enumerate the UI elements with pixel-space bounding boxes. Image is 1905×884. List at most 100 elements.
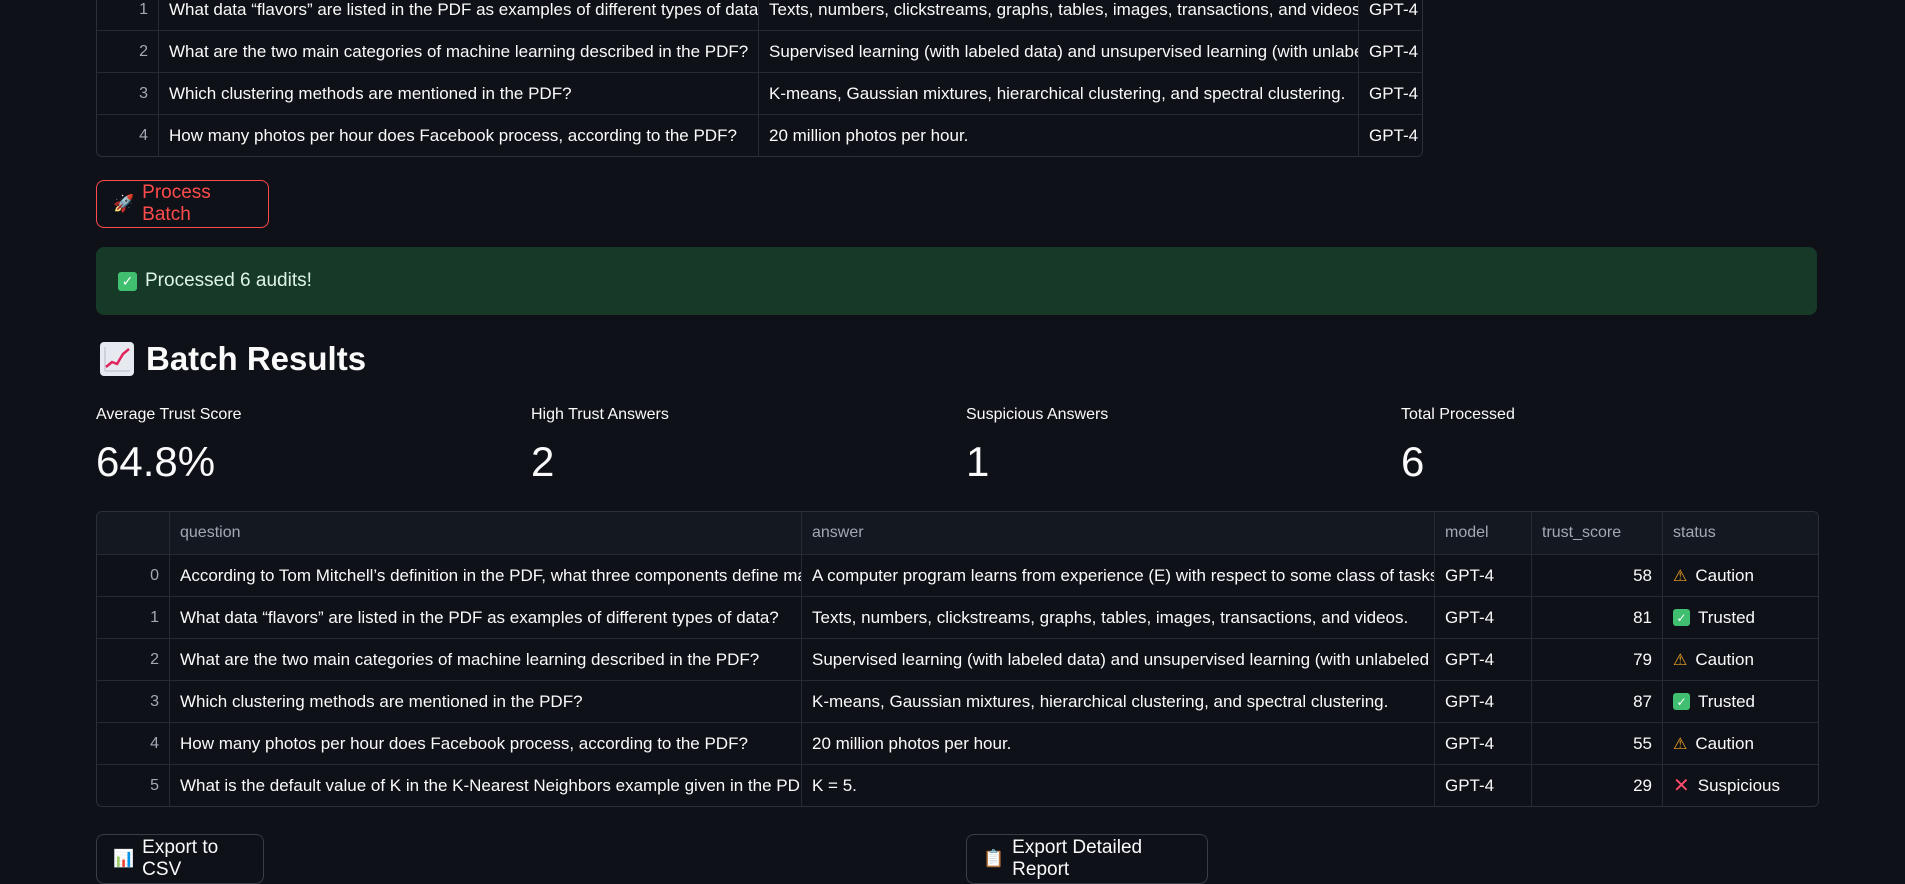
table-row[interactable]: 2 What are the two main categories of ma…: [97, 638, 1818, 680]
model-cell[interactable]: GPT-4: [1358, 73, 1422, 114]
table-row[interactable]: 4 How many photos per hour does Facebook…: [97, 722, 1818, 764]
question-cell[interactable]: Which clustering methods are mentioned i…: [169, 681, 801, 722]
table-row[interactable]: 4 How many photos per hour does Facebook…: [97, 114, 1422, 156]
cross-icon: ✕: [1673, 775, 1690, 797]
question-cell[interactable]: What data “flavors” are listed in the PD…: [158, 0, 758, 30]
question-cell[interactable]: According to Tom Mitchell’s definition i…: [169, 555, 801, 596]
check-icon: ✓: [1673, 693, 1690, 710]
metric-high-trust-answers: High Trust Answers 2: [531, 406, 669, 486]
chart-increasing-icon: [100, 342, 134, 376]
answer-cell[interactable]: Texts, numbers, clickstreams, graphs, ta…: [801, 597, 1434, 638]
answer-cell[interactable]: 20 million photos per hour.: [758, 115, 1358, 156]
batch-results-heading: Batch Results: [100, 340, 366, 378]
table-row[interactable]: 3 Which clustering methods are mentioned…: [97, 72, 1422, 114]
model-cell[interactable]: GPT-4: [1358, 115, 1422, 156]
table-row[interactable]: 1 What data “flavors” are listed in the …: [97, 0, 1422, 30]
bar-chart-icon: 📊: [113, 849, 135, 868]
status-text: Caution: [1695, 565, 1754, 585]
answer-cell[interactable]: K-means, Gaussian mixtures, hierarchical…: [758, 73, 1358, 114]
status-cell[interactable]: ✕ Suspicious: [1662, 765, 1818, 806]
trust-score-cell[interactable]: 87: [1531, 681, 1662, 722]
process-batch-button[interactable]: 🚀 Process Batch: [96, 180, 269, 228]
answer-cell[interactable]: Texts, numbers, clickstreams, graphs, ta…: [758, 0, 1358, 30]
model-cell[interactable]: GPT-4: [1358, 31, 1422, 72]
warning-icon: ⚠: [1673, 651, 1688, 669]
status-cell[interactable]: ✓ Trusted: [1662, 597, 1818, 638]
question-cell[interactable]: Which clustering methods are mentioned i…: [158, 73, 758, 114]
trust-score-cell[interactable]: 29: [1531, 765, 1662, 806]
table-header-row: question answer model trust_score status: [97, 512, 1818, 554]
table-row[interactable]: 1 What data “flavors” are listed in the …: [97, 596, 1818, 638]
answer-cell[interactable]: K-means, Gaussian mixtures, hierarchical…: [801, 681, 1434, 722]
column-header-answer[interactable]: answer: [801, 512, 1434, 554]
warning-icon: ⚠: [1673, 735, 1688, 753]
success-alert: ✓ Processed 6 audits!: [96, 247, 1817, 315]
metric-average-trust-score: Average Trust Score 64.8%: [96, 406, 242, 486]
answer-cell[interactable]: Supervised learning (with labeled data) …: [758, 31, 1358, 72]
model-cell[interactable]: GPT-4: [1434, 765, 1531, 806]
export-report-label: Export Detailed Report: [1012, 837, 1143, 880]
success-text: Processed 6 audits!: [145, 270, 312, 291]
table-row[interactable]: 0 According to Tom Mitchell’s definition…: [97, 554, 1818, 596]
status-cell[interactable]: ⚠ Caution: [1662, 555, 1818, 596]
model-cell[interactable]: GPT-4: [1434, 555, 1531, 596]
table-row[interactable]: 5 What is the default value of K in the …: [97, 764, 1818, 806]
metric-suspicious-answers: Suspicious Answers 1: [966, 406, 1108, 486]
status-text: Trusted: [1698, 607, 1756, 627]
check-icon: ✓: [118, 271, 137, 291]
check-icon: ✓: [1673, 609, 1690, 626]
metric-value: 6: [1401, 438, 1425, 485]
question-cell[interactable]: What are the two main categories of mach…: [169, 639, 801, 680]
question-cell[interactable]: What is the default value of K in the K-…: [169, 765, 801, 806]
table-row[interactable]: 2 What are the two main categories of ma…: [97, 30, 1422, 72]
trust-score-cell[interactable]: 81: [1531, 597, 1662, 638]
row-index: 3: [139, 84, 148, 102]
export-csv-button[interactable]: 📊 Export to CSV: [96, 834, 264, 884]
model-cell[interactable]: GPT-4: [1434, 681, 1531, 722]
answer-cell[interactable]: 20 million photos per hour.: [801, 723, 1434, 764]
question-cell[interactable]: How many photos per hour does Facebook p…: [158, 115, 758, 156]
status-text: Trusted: [1698, 691, 1756, 711]
status-cell[interactable]: ✓ Trusted: [1662, 681, 1818, 722]
index-header: [97, 512, 169, 554]
answer-cell[interactable]: Supervised learning (with labeled data) …: [801, 639, 1434, 680]
status-cell[interactable]: ⚠ Caution: [1662, 639, 1818, 680]
column-header-model[interactable]: model: [1434, 512, 1531, 554]
model-cell[interactable]: GPT-4: [1434, 597, 1531, 638]
question-cell[interactable]: What are the two main categories of mach…: [158, 31, 758, 72]
status-cell[interactable]: ⚠ Caution: [1662, 723, 1818, 764]
question-cell[interactable]: What data “flavors” are listed in the PD…: [169, 597, 801, 638]
model-cell[interactable]: GPT-4: [1358, 0, 1422, 30]
metric-label: Total Processed: [1401, 406, 1515, 423]
status-text: Caution: [1695, 733, 1754, 753]
answer-cell[interactable]: A computer program learns from experienc…: [801, 555, 1434, 596]
metric-value: 2: [531, 438, 555, 485]
row-index: 1: [150, 608, 159, 626]
row-index: 4: [139, 126, 148, 144]
row-index: 5: [150, 776, 159, 794]
metric-label: High Trust Answers: [531, 406, 669, 423]
column-header-status[interactable]: status: [1662, 512, 1818, 554]
trust-score-cell[interactable]: 79: [1531, 639, 1662, 680]
trust-score-cell[interactable]: 55: [1531, 723, 1662, 764]
table-row[interactable]: 3 Which clustering methods are mentioned…: [97, 680, 1818, 722]
row-index: 4: [150, 734, 159, 752]
trust-score-cell[interactable]: 58: [1531, 555, 1662, 596]
warning-icon: ⚠: [1673, 567, 1688, 585]
answer-cell[interactable]: K = 5.: [801, 765, 1434, 806]
question-cell[interactable]: How many photos per hour does Facebook p…: [169, 723, 801, 764]
batch-results-table[interactable]: question answer model trust_score status…: [96, 511, 1819, 807]
row-index: 2: [150, 650, 159, 668]
row-index: 2: [139, 42, 148, 60]
model-cell[interactable]: GPT-4: [1434, 723, 1531, 764]
column-header-trust-score[interactable]: trust_score: [1531, 512, 1662, 554]
input-data-table[interactable]: 1 What data “flavors” are listed in the …: [96, 0, 1423, 157]
column-header-question[interactable]: question: [169, 512, 801, 554]
metric-value: 1: [966, 438, 990, 485]
metric-label: Average Trust Score: [96, 406, 242, 423]
export-detailed-report-button[interactable]: 📋 Export Detailed Report: [966, 834, 1208, 884]
model-cell[interactable]: GPT-4: [1434, 639, 1531, 680]
status-text: Caution: [1695, 649, 1754, 669]
export-csv-label: Export to CSV: [142, 837, 219, 880]
clipboard-icon: 📋: [983, 849, 1005, 868]
